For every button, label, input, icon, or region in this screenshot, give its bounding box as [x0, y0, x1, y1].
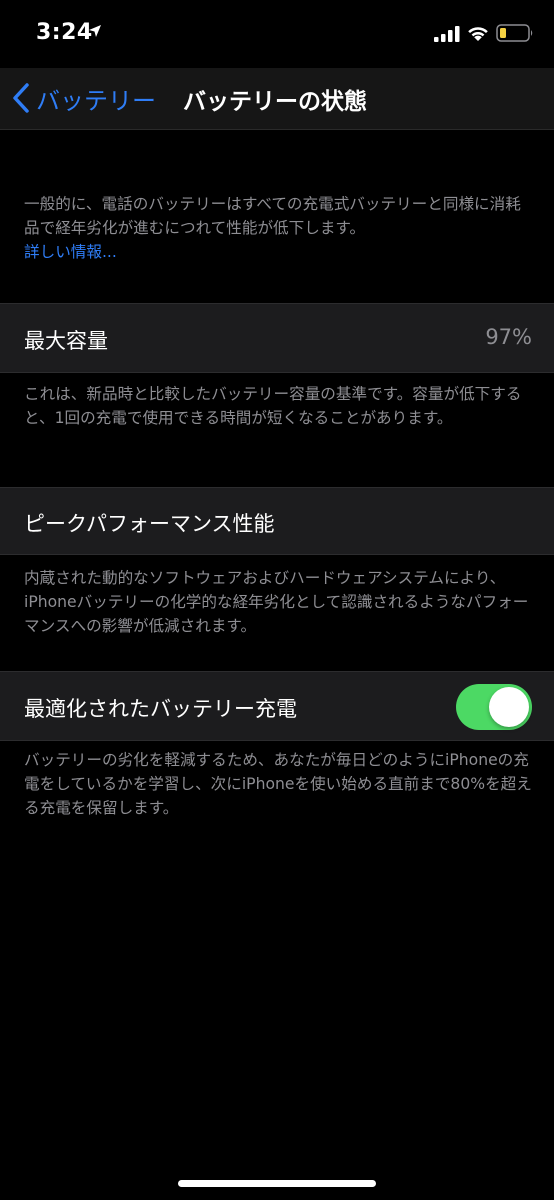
- back-button[interactable]: バッテリー: [12, 80, 156, 116]
- battery-icon: [496, 24, 533, 42]
- home-indicator[interactable]: [178, 1180, 376, 1187]
- wifi-icon: [468, 27, 488, 41]
- cellular-signal-icon: [434, 26, 460, 42]
- peak-performance-cell: ピークパフォーマンス性能: [0, 487, 554, 555]
- optimized-charging-toggle[interactable]: [456, 684, 532, 730]
- status-time: 3:24: [36, 20, 93, 45]
- optimized-charging-label: 最適化されたバッテリー充電: [24, 697, 297, 721]
- location-arrow-icon: [89, 25, 101, 37]
- navigation-bar: バッテリー バッテリーの状態: [0, 68, 554, 130]
- intro-text: 一般的に、電話のバッテリーはすべての充電式バッテリーと同様に消耗品で経年劣化が進…: [24, 195, 521, 237]
- optimized-charging-description: バッテリーの劣化を軽減するため、あなたが毎日どのようにiPhoneの充電をしてい…: [24, 751, 532, 817]
- peak-performance-label: ピークパフォーマンス性能: [24, 512, 275, 536]
- max-capacity-value: 97%: [485, 325, 532, 349]
- peak-performance-description: 内蔵された動的なソフトウェアおよびハードウェアシステムにより、iPhoneバッテ…: [24, 569, 529, 635]
- chevron-left-icon: [13, 83, 29, 113]
- page-title: バッテリーの状態: [183, 89, 367, 115]
- learn-more-link[interactable]: 詳しい情報...: [24, 243, 117, 261]
- max-capacity-label: 最大容量: [24, 329, 108, 353]
- intro-text-block: 一般的に、電話のバッテリーはすべての充電式バッテリーと同様に消耗品で経年劣化が進…: [24, 192, 534, 264]
- max-capacity-cell: 最大容量 97%: [0, 303, 554, 373]
- back-label: バッテリー: [36, 86, 156, 115]
- optimized-charging-cell: 最適化されたバッテリー充電: [0, 671, 554, 741]
- status-bar: 3:24: [0, 0, 554, 68]
- toggle-knob: [489, 687, 529, 727]
- max-capacity-description: これは、新品時と比較したバッテリー容量の基準です。容量が低下すると、1回の充電で…: [24, 385, 522, 427]
